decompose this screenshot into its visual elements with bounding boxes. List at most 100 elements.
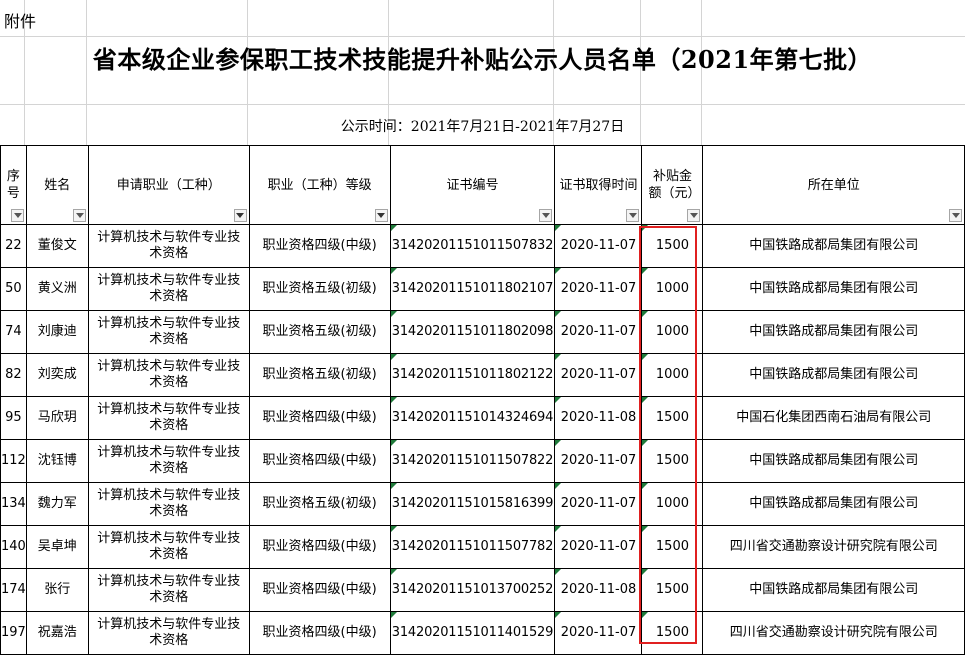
cell-company[interactable]: 中国铁路成都局集团有限公司 (702, 310, 965, 354)
dropdown-filter-icon[interactable] (626, 209, 640, 222)
cell-cert[interactable]: 31420201151011401529 (389, 611, 556, 655)
cell-seq[interactable]: 82 (0, 353, 27, 397)
cell-job[interactable]: 计算机技术与软件专业技术资格 (87, 439, 250, 483)
dropdown-filter-icon[interactable] (72, 209, 86, 222)
cell-company[interactable]: 中国铁路成都局集团有限公司 (702, 568, 965, 612)
cell-amount[interactable]: 1500 (641, 224, 704, 268)
cell-job[interactable]: 计算机技术与软件专业技术资格 (87, 310, 250, 354)
cell-job[interactable]: 计算机技术与软件专业技术资格 (87, 267, 250, 311)
cell-amount[interactable]: 1000 (641, 267, 704, 311)
cell-company[interactable]: 中国铁路成都局集团有限公司 (702, 439, 965, 483)
funnel-filter-icon[interactable] (374, 209, 388, 222)
header-job[interactable]: 申请职业（工种） (87, 145, 250, 225)
cell-job[interactable]: 计算机技术与软件专业技术资格 (87, 396, 250, 440)
header-amount[interactable]: 补贴金额（元） (641, 145, 704, 225)
cell-name[interactable]: 祝嘉浩 (25, 611, 89, 655)
cell-job[interactable]: 计算机技术与软件专业技术资格 (87, 353, 250, 397)
cell-name[interactable]: 魏力军 (25, 482, 89, 526)
cell-level[interactable]: 职业资格五级(初级) (248, 482, 391, 526)
cell-seq[interactable]: 95 (0, 396, 27, 440)
header-company[interactable]: 所在单位 (702, 145, 965, 225)
table-row[interactable]: 174 张行 计算机技术与软件专业技术资格 职业资格四级(中级) 31420201151… (0, 568, 965, 612)
cell-amount[interactable]: 1000 (641, 353, 704, 397)
table-row[interactable]: 22 董俊文 计算机技术与软件专业技术资格 职业资格四级(中级) 31420201151… (0, 224, 965, 268)
cell-name[interactable]: 刘康迪 (25, 310, 89, 354)
table-row[interactable]: 197 祝嘉浩 计算机技术与软件专业技术资格 职业资格四级(中级) 3142020115… (0, 611, 965, 655)
cell-name[interactable]: 沈钰博 (25, 439, 89, 483)
cell-amount[interactable]: 1500 (641, 568, 704, 612)
cell-company[interactable]: 中国铁路成都局集团有限公司 (702, 353, 965, 397)
cell-amount[interactable]: 1000 (641, 482, 704, 526)
cell-seq[interactable]: 22 (0, 224, 27, 268)
cell-amount[interactable]: 1000 (641, 310, 704, 354)
cell-company[interactable]: 中国铁路成都局集团有限公司 (702, 482, 965, 526)
cell-company[interactable]: 中国铁路成都局集团有限公司 (702, 267, 965, 311)
cell-date[interactable]: 2020-11-07 (554, 310, 643, 354)
cell-date[interactable]: 2020-11-07 (554, 353, 643, 397)
cell-seq[interactable]: 74 (0, 310, 27, 354)
cell-job[interactable]: 计算机技术与软件专业技术资格 (87, 611, 250, 655)
cell-cert[interactable]: 31420201151011802098 (389, 310, 556, 354)
cell-date[interactable]: 2020-11-07 (554, 525, 643, 569)
cell-seq[interactable]: 174 (0, 568, 27, 612)
header-cert[interactable]: 证书编号 (389, 145, 556, 225)
table-row[interactable]: 82 刘奕成 计算机技术与软件专业技术资格 职业资格五级(初级) 31420201151… (0, 353, 965, 397)
dropdown-filter-icon[interactable] (10, 209, 24, 222)
table-row[interactable]: 140 吴卓坤 计算机技术与软件专业技术资格 职业资格四级(中级) 3142020115… (0, 525, 965, 569)
cell-level[interactable]: 职业资格五级(初级) (248, 267, 391, 311)
cell-level[interactable]: 职业资格四级(中级) (248, 224, 391, 268)
cell-date[interactable]: 2020-11-07 (554, 224, 643, 268)
cell-seq[interactable]: 112 (0, 439, 27, 483)
cell-seq[interactable]: 50 (0, 267, 27, 311)
header-name[interactable]: 姓名 (25, 145, 89, 225)
cell-seq[interactable]: 140 (0, 525, 27, 569)
cell-cert[interactable]: 31420201151013700252 (389, 568, 556, 612)
cell-amount[interactable]: 1500 (641, 525, 704, 569)
table-row[interactable]: 95 马欣玥 计算机技术与软件专业技术资格 职业资格四级(中级) 31420201151… (0, 396, 965, 440)
dropdown-filter-icon[interactable] (539, 209, 553, 222)
cell-date[interactable]: 2020-11-08 (554, 396, 643, 440)
dropdown-filter-icon[interactable] (949, 209, 962, 222)
cell-cert[interactable]: 31420201151011507822 (389, 439, 556, 483)
cell-name[interactable]: 董俊文 (25, 224, 89, 268)
cell-cert[interactable]: 31420201151011507832 (389, 224, 556, 268)
cell-name[interactable]: 刘奕成 (25, 353, 89, 397)
cell-level[interactable]: 职业资格五级(初级) (248, 353, 391, 397)
cell-name[interactable]: 黄义洲 (25, 267, 89, 311)
cell-seq[interactable]: 197 (0, 611, 27, 655)
cell-cert[interactable]: 31420201151011507782 (389, 525, 556, 569)
cell-date[interactable]: 2020-11-07 (554, 439, 643, 483)
cell-level[interactable]: 职业资格四级(中级) (248, 439, 391, 483)
cell-level[interactable]: 职业资格四级(中级) (248, 525, 391, 569)
cell-name[interactable]: 马欣玥 (25, 396, 89, 440)
cell-company[interactable]: 四川省交通勘察设计研究院有限公司 (702, 525, 965, 569)
cell-name[interactable]: 张行 (25, 568, 89, 612)
cell-date[interactable]: 2020-11-07 (554, 267, 643, 311)
cell-seq[interactable]: 134 (0, 482, 27, 526)
cell-cert[interactable]: 31420201151015816399 (389, 482, 556, 526)
table-row[interactable]: 74 刘康迪 计算机技术与软件专业技术资格 职业资格五级(初级) 31420201151… (0, 310, 965, 354)
cell-company[interactable]: 中国铁路成都局集团有限公司 (702, 224, 965, 268)
cell-date[interactable]: 2020-11-07 (554, 482, 643, 526)
table-row[interactable]: 112 沈钰博 计算机技术与软件专业技术资格 职业资格四级(中级) 3142020115… (0, 439, 965, 483)
cell-level[interactable]: 职业资格四级(中级) (248, 611, 391, 655)
header-date[interactable]: 证书取得时间 (554, 145, 643, 225)
cell-level[interactable]: 职业资格四级(中级) (248, 396, 391, 440)
cell-job[interactable]: 计算机技术与软件专业技术资格 (87, 224, 250, 268)
cell-cert[interactable]: 31420201151014324694 (389, 396, 556, 440)
table-row[interactable]: 134 魏力军 计算机技术与软件专业技术资格 职业资格五级(初级) 3142020115… (0, 482, 965, 526)
funnel-filter-icon[interactable] (233, 209, 247, 222)
cell-cert[interactable]: 31420201151011802107 (389, 267, 556, 311)
cell-amount[interactable]: 1500 (641, 396, 704, 440)
cell-date[interactable]: 2020-11-08 (554, 568, 643, 612)
cell-level[interactable]: 职业资格四级(中级) (248, 568, 391, 612)
cell-job[interactable]: 计算机技术与软件专业技术资格 (87, 568, 250, 612)
cell-job[interactable]: 计算机技术与软件专业技术资格 (87, 482, 250, 526)
cell-level[interactable]: 职业资格五级(初级) (248, 310, 391, 354)
cell-company[interactable]: 中国石化集团西南石油局有限公司 (702, 396, 965, 440)
table-row[interactable]: 50 黄义洲 计算机技术与软件专业技术资格 职业资格五级(初级) 31420201151… (0, 267, 965, 311)
cell-amount[interactable]: 1500 (641, 439, 704, 483)
cell-company[interactable]: 四川省交通勘察设计研究院有限公司 (702, 611, 965, 655)
header-level[interactable]: 职业（工种）等级 (248, 145, 391, 225)
cell-amount[interactable]: 1500 (641, 611, 704, 655)
